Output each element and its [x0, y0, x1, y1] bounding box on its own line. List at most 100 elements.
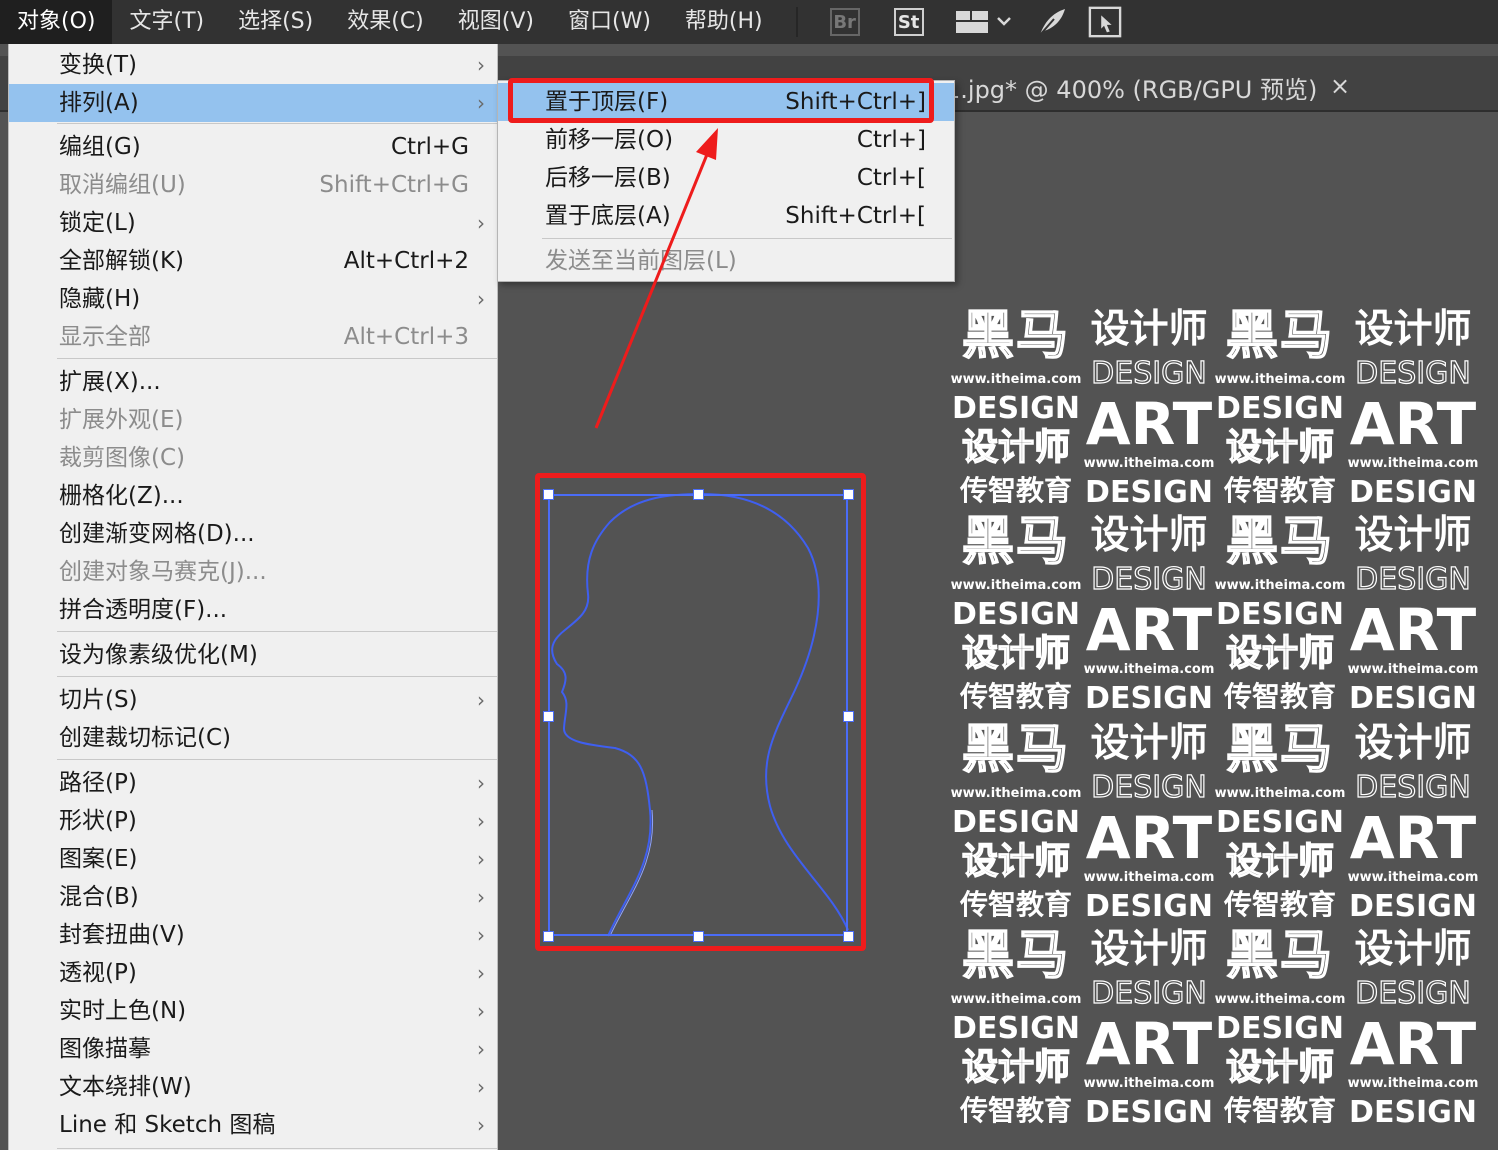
menu-item-label: 栅格化(Z)... — [59, 483, 184, 509]
menu-item-label: 创建渐变网格(D)... — [59, 521, 255, 547]
menu-item-label: 隐藏(H) — [59, 286, 141, 312]
watermark-designer: 设计师 — [961, 1047, 1070, 1088]
object-menu-item[interactable]: 图像描摹 › — [9, 1030, 497, 1068]
object-menu-item[interactable]: 路径(P) › — [9, 764, 497, 802]
object-menu-item[interactable]: 文本绕排(W) › — [9, 1068, 497, 1106]
chevron-right-icon: › — [477, 847, 485, 871]
watermark-designer: 设计师 — [1225, 427, 1334, 468]
watermark-design: DESIGN — [952, 1011, 1080, 1046]
watermark-design: DESIGN — [1349, 889, 1477, 924]
object-menu: 变换(T) › 排列(A) › 编组(G) Ctrl+G 取消编组(U) Shift+Ctrl… — [8, 44, 498, 1150]
menu-divider — [542, 238, 952, 239]
watermark-edu: 传智教育 — [1223, 1094, 1336, 1127]
object-menu-item[interactable]: 创建渐变网格(D)... — [9, 515, 497, 553]
chevron-right-icon: › — [477, 1075, 485, 1099]
menu-item-label: 混合(B) — [59, 884, 139, 910]
watermark-design: DESIGN — [952, 391, 1080, 426]
chevron-right-icon: › — [477, 999, 485, 1023]
object-menu-item[interactable]: 隐藏(H) › — [9, 280, 497, 318]
menu-item-label: 创建裁切标记(C) — [59, 725, 232, 751]
menu-divider — [57, 123, 497, 124]
object-menu-item[interactable]: 扩展(X)... — [9, 363, 497, 401]
watermark-edu: 传智教育 — [959, 680, 1072, 713]
object-menu-item[interactable]: 取消编组(U) Shift+Ctrl+G — [9, 166, 497, 204]
watermark-design: DESIGN — [1349, 681, 1477, 716]
watermark-design: DESIGN — [1085, 889, 1213, 924]
arrange-submenu-item[interactable]: 发送至当前图层(L) — [498, 242, 954, 280]
menu-item-label: 透视(P) — [59, 960, 137, 986]
menu-divider — [57, 631, 497, 632]
menu-item-label: 裁剪图像(C) — [59, 445, 186, 471]
menu-item-shortcut: Shift+Ctrl+G — [319, 172, 469, 198]
watermark-edu: 传智教育 — [1223, 888, 1336, 921]
arrange-submenu-item[interactable]: 后移一层(B) Ctrl+[ — [498, 159, 954, 197]
object-menu-item[interactable]: 设为像素级优化(M) — [9, 636, 497, 674]
menu-item-label: 设为像素级优化(M) — [59, 642, 258, 668]
object-menu-item[interactable]: 锁定(L) › — [9, 204, 497, 242]
watermark-logo: 黑马 — [961, 720, 1070, 780]
object-menu-item[interactable]: 切片(S) › — [9, 681, 497, 719]
watermark-logo: 黑马 — [1225, 306, 1334, 366]
object-menu-item[interactable]: 排列(A) › — [9, 84, 497, 122]
object-menu-item[interactable]: 全部解锁(K) Alt+Ctrl+2 — [9, 242, 497, 280]
watermark-design: DESIGN — [1091, 770, 1208, 805]
menu-item-label: 排列(A) — [59, 90, 139, 116]
watermark-edu: 传智教育 — [959, 1094, 1072, 1127]
watermark-url: www.itheima.com — [950, 578, 1082, 593]
watermark-design: DESIGN — [1349, 475, 1477, 510]
object-menu-item[interactable]: 图案(E) › — [9, 840, 497, 878]
watermark-logo: 黑马 — [961, 926, 1070, 986]
annotation-box-artwork — [535, 473, 866, 951]
object-menu-item[interactable]: 形状(P) › — [9, 802, 497, 840]
watermark-art: ART — [1349, 390, 1477, 458]
object-menu-item[interactable]: 裁剪图像(C) — [9, 439, 497, 477]
watermark-designer: 设计师 — [1090, 721, 1208, 766]
watermark-art: ART — [1349, 596, 1477, 664]
object-menu-item[interactable]: 创建对象马赛克(J)... — [9, 553, 497, 591]
watermark-url: www.itheima.com — [1083, 1076, 1215, 1091]
chevron-right-icon: › — [477, 885, 485, 909]
watermark-designer: 设计师 — [1225, 841, 1334, 882]
menu-item-shortcut: Ctrl+[ — [856, 165, 926, 191]
object-menu-item[interactable]: 显示全部 Alt+Ctrl+3 — [9, 318, 497, 356]
object-menu-item[interactable]: 创建裁切标记(C) — [9, 719, 497, 757]
watermark-design: DESIGN — [1091, 976, 1208, 1011]
object-menu-item[interactable]: Line 和 Sketch 图稿 › — [9, 1106, 497, 1144]
chevron-right-icon: › — [477, 91, 485, 115]
watermark-url: www.itheima.com — [1083, 456, 1215, 471]
arrange-submenu-item[interactable]: 前移一层(O) Ctrl+] — [498, 121, 954, 159]
watermark-designer: 设计师 — [1354, 927, 1472, 972]
watermark-edu: 传智教育 — [959, 474, 1072, 507]
menu-item-label: 形状(P) — [59, 808, 137, 834]
watermark-design: DESIGN — [1349, 1095, 1477, 1130]
arrange-submenu-item[interactable]: 置于底层(A) Shift+Ctrl+[ — [498, 197, 954, 235]
watermark-art: ART — [1085, 804, 1213, 872]
watermark-design: DESIGN — [1091, 562, 1208, 597]
chevron-right-icon: › — [477, 1113, 485, 1137]
menu-item-label: 路径(P) — [59, 770, 137, 796]
object-menu-item[interactable]: 扩展外观(E) — [9, 401, 497, 439]
watermark-logo: 黑马 — [961, 512, 1070, 572]
chevron-right-icon: › — [477, 53, 485, 77]
object-menu-item[interactable]: 透视(P) › — [9, 954, 497, 992]
watermark-url: www.itheima.com — [1083, 870, 1215, 885]
watermark-logo: 黑马 — [1225, 720, 1334, 780]
menu-item-label: Line 和 Sketch 图稿 — [59, 1112, 276, 1138]
object-menu-item[interactable]: 栅格化(Z)... — [9, 477, 497, 515]
watermark-url: www.itheima.com — [1083, 662, 1215, 677]
object-menu-item[interactable]: 编组(G) Ctrl+G — [9, 128, 497, 166]
object-menu-item[interactable]: 实时上色(N) › — [9, 992, 497, 1030]
menu-item-shortcut: Alt+Ctrl+3 — [343, 324, 469, 350]
object-menu-item[interactable]: 封套扭曲(V) › — [9, 916, 497, 954]
watermark-url: www.itheima.com — [1214, 992, 1346, 1007]
object-menu-item[interactable]: 变换(T) › — [9, 46, 497, 84]
chevron-right-icon: › — [477, 287, 485, 311]
watermark-design: DESIGN — [952, 597, 1080, 632]
watermark-art: ART — [1349, 1010, 1477, 1078]
watermark-logo: 黑马 — [1225, 512, 1334, 572]
object-menu-item[interactable]: 拼合透明度(F)... — [9, 591, 497, 629]
menu-item-shortcut: Ctrl+] — [856, 127, 926, 153]
menu-item-label: 发送至当前图层(L) — [545, 248, 737, 274]
object-menu-item[interactable]: 混合(B) › — [9, 878, 497, 916]
menu-item-label: 文本绕排(W) — [59, 1074, 192, 1100]
